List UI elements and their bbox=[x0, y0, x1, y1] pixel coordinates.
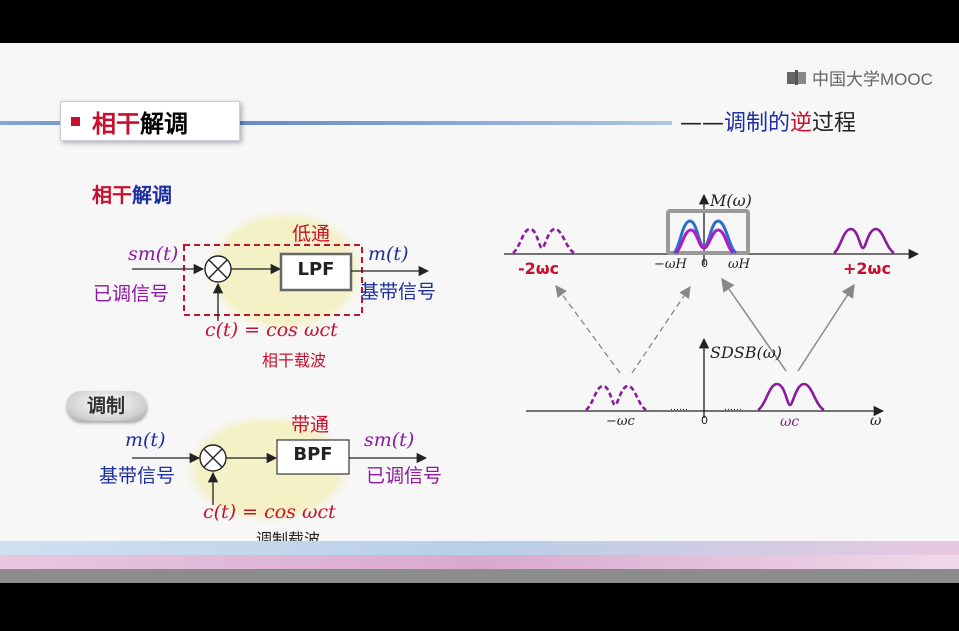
top-right-spectrum bbox=[833, 227, 895, 255]
top-ylabel: M(ω) bbox=[710, 191, 752, 210]
coherent-heading-blue: 解调 bbox=[132, 183, 172, 207]
slide: 中国大学MOOC 相干解调 ——调制的逆过程 相干解调 sm(t) 已调信号 低… bbox=[0, 43, 959, 583]
bottom-right-spectrum bbox=[757, 382, 825, 412]
coherent-output-math: m(t) bbox=[368, 243, 409, 265]
bottom-ylabel: SDSB(ω) bbox=[710, 343, 783, 362]
top-tick-zero: 0 bbox=[701, 257, 708, 270]
coherent-heading-red: 相干 bbox=[92, 183, 132, 207]
modulation-badge: 调制 bbox=[66, 391, 146, 421]
bpf-label: BPF bbox=[293, 444, 333, 465]
diagram-canvas bbox=[132, 193, 920, 527]
coherent-output-label: 基带信号 bbox=[360, 281, 437, 303]
bottom-tick-zero: 0 bbox=[701, 414, 708, 427]
mod-filter-type: 带通 bbox=[291, 414, 330, 436]
bottom-tick-omega: ω bbox=[870, 413, 882, 429]
bottom-dots-right: …… bbox=[724, 403, 742, 413]
mod-output-label: 已调信号 bbox=[366, 465, 443, 487]
coherent-input-label: 已调信号 bbox=[93, 283, 170, 305]
top-tick-pos2wc: +2ωc bbox=[843, 259, 891, 278]
mod-carrier-math: c(t) = cos ωct bbox=[203, 501, 336, 523]
bottom-tick-neg-wc: −ωc bbox=[606, 414, 635, 429]
mod-input-label: 基带信号 bbox=[99, 465, 176, 487]
shift-arrow-1 bbox=[555, 285, 621, 374]
top-left-dashed-spectrum bbox=[512, 227, 575, 255]
coherent-carrier-math: c(t) = cos ωct bbox=[205, 319, 338, 341]
footer-band-blue bbox=[0, 541, 959, 555]
lpf-label: LPF bbox=[297, 259, 335, 280]
mod-input-math: m(t) bbox=[125, 429, 166, 451]
top-tick-neg2wc: -2ωc bbox=[518, 259, 560, 278]
coherent-filter-type: 低通 bbox=[292, 223, 331, 245]
shift-arrow-4 bbox=[797, 283, 855, 372]
top-tick-wh: ωH bbox=[728, 257, 750, 272]
bottom-dots-left: …… bbox=[670, 403, 688, 413]
coherent-heading: 相干解调 bbox=[92, 179, 172, 208]
shift-arrow-2 bbox=[631, 286, 691, 374]
bottom-left-dashed-spectrum bbox=[585, 384, 647, 412]
coherent-input-math: sm(t) bbox=[128, 243, 179, 265]
top-tick-neg-wh: −ωH bbox=[654, 257, 687, 272]
mod-output-math: sm(t) bbox=[364, 429, 415, 451]
footer-band-pink bbox=[0, 555, 959, 569]
coherent-carrier-label: 相干载波 bbox=[262, 351, 327, 370]
bottom-tick-wc: ωc bbox=[780, 414, 800, 430]
footer-band-gray bbox=[0, 569, 959, 583]
